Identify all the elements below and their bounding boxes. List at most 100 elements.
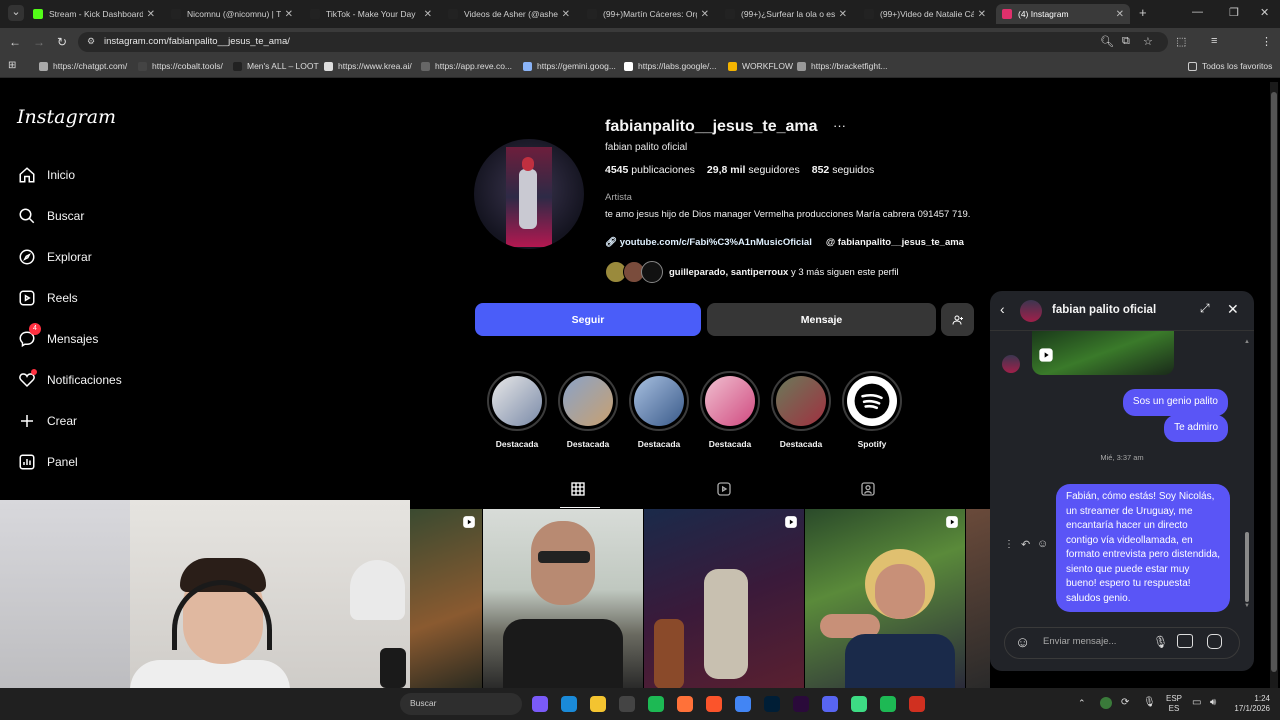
more-options-icon[interactable]: ··· bbox=[833, 118, 846, 133]
language-indicator[interactable]: ESP ES bbox=[1166, 694, 1182, 714]
maximize-icon[interactable]: ❐ bbox=[1229, 6, 1239, 19]
post-thumbnail[interactable] bbox=[410, 509, 482, 688]
chat-contact-name[interactable]: fabian palito oficial bbox=[1052, 304, 1156, 316]
obs-icon[interactable] bbox=[909, 696, 925, 712]
followed-by[interactable]: guilleparado, santiperroux y 3 más sigue… bbox=[605, 260, 899, 284]
browser-tab[interactable]: Stream - Kick Dashboard ✕ bbox=[27, 4, 161, 24]
instagram-logo[interactable]: Instagram bbox=[17, 106, 116, 128]
menu-kebab-icon[interactable]: ⋮ bbox=[1261, 35, 1272, 48]
tab-close-icon[interactable]: ✕ bbox=[562, 9, 570, 20]
tab-tagged[interactable] bbox=[860, 481, 880, 501]
bookmark-item[interactable]: Men's ALL – LOOT bbox=[233, 61, 319, 71]
forward-icon[interactable]: → bbox=[33, 35, 45, 49]
tab-search-menu-icon[interactable]: ≡ bbox=[1211, 35, 1217, 47]
install-icon[interactable]: ⧉ bbox=[1122, 35, 1130, 48]
browser-tab[interactable]: (4) Instagram ✕ bbox=[996, 4, 1130, 24]
post-thumbnail[interactable] bbox=[644, 509, 804, 688]
premiere-icon[interactable] bbox=[793, 696, 809, 712]
emoji-icon[interactable]: ☺ bbox=[1015, 634, 1030, 651]
chat-close-icon[interactable]: ✕ bbox=[1227, 301, 1239, 318]
back-icon[interactable]: ← bbox=[9, 35, 21, 49]
firefox-icon[interactable] bbox=[677, 696, 693, 712]
sidebar-item-panel[interactable]: Panel bbox=[17, 452, 78, 472]
page-scrollbar[interactable] bbox=[1270, 82, 1278, 688]
scrollbar-thumb[interactable] bbox=[1245, 532, 1249, 602]
edge-icon[interactable] bbox=[561, 696, 577, 712]
sidebar-item-notificaciones[interactable]: Notificaciones bbox=[17, 369, 122, 390]
chrome-dev-icon[interactable] bbox=[619, 696, 635, 712]
tab-close-icon[interactable]: ✕ bbox=[701, 9, 709, 20]
youtube-link[interactable]: 🔗︎ youtube.com/c/Fabi%C3%A1nMusicOficial bbox=[605, 237, 812, 248]
spotify-app-icon[interactable] bbox=[880, 696, 896, 712]
sidebar-item-reels[interactable]: Reels bbox=[17, 288, 78, 308]
highlight-item[interactable]: Destacada bbox=[699, 371, 761, 449]
network-icon[interactable]: ▭ bbox=[1192, 697, 1201, 708]
bookmark-item[interactable]: https://chatgpt.com/ bbox=[39, 61, 127, 71]
site-info-icon[interactable]: ⚙ bbox=[87, 36, 95, 47]
expand-icon[interactable]: ⤢ bbox=[1200, 301, 1210, 316]
bookmark-star-icon[interactable]: ☆ bbox=[1143, 35, 1153, 48]
sidebar-item-explorar[interactable]: Explorar bbox=[17, 247, 92, 267]
highlight-item[interactable]: Destacada bbox=[486, 371, 548, 449]
reload-icon[interactable]: ↻ bbox=[57, 35, 67, 49]
browser-tab[interactable]: Nicomnu (@nicomnu) | TikTok ✕ bbox=[165, 4, 299, 24]
message-bubble-long[interactable]: Fabián, cómo estás! Soy Nicolás, un stre… bbox=[1056, 484, 1230, 612]
follow-button[interactable]: Seguir bbox=[475, 303, 701, 336]
clock[interactable]: 1:24 17/1/2026 bbox=[1228, 694, 1270, 714]
post-thumbnail[interactable] bbox=[805, 509, 965, 688]
profile-avatar-image[interactable] bbox=[474, 139, 584, 249]
sidebar-item-mensajes[interactable]: 4 Mensajes bbox=[17, 323, 98, 349]
message-button[interactable]: Mensaje bbox=[707, 303, 936, 336]
page-scrollbar-thumb[interactable] bbox=[1271, 92, 1277, 672]
shared-reel-preview[interactable] bbox=[1032, 331, 1174, 375]
chrome-icon[interactable] bbox=[735, 696, 751, 712]
discord-icon[interactable] bbox=[822, 696, 838, 712]
browser-tab[interactable]: (99+)Video de Natalie Cá ✕ bbox=[858, 4, 992, 24]
bookmark-item[interactable]: https://cobalt.tools/ bbox=[138, 61, 223, 71]
url-field[interactable]: ⚙ instagram.com/fabianpalito__jesus_te_a… bbox=[78, 32, 1168, 52]
tab-close-icon[interactable]: ✕ bbox=[285, 9, 293, 20]
bookmark-item[interactable]: https://gemini.goog... bbox=[523, 61, 616, 71]
message-bubble[interactable]: Sos un genio palito bbox=[1122, 389, 1228, 416]
sticker-icon[interactable] bbox=[1207, 634, 1222, 649]
minimize-icon[interactable]: — bbox=[1192, 6, 1203, 18]
chat-back-icon[interactable]: ‹ bbox=[1000, 301, 1005, 317]
extensions-icon[interactable]: ⬚ bbox=[1176, 35, 1186, 48]
tray-mic-icon[interactable]: 🎙︎ bbox=[1143, 697, 1156, 708]
sidebar-item-crear[interactable]: Crear bbox=[17, 411, 77, 431]
tray-app-icon[interactable] bbox=[1100, 697, 1112, 709]
tab-close-icon[interactable]: ✕ bbox=[147, 9, 155, 20]
scroll-down-icon[interactable]: ▼ bbox=[1244, 603, 1250, 609]
spotify-taskbar-icon[interactable] bbox=[648, 696, 664, 712]
message-input[interactable] bbox=[1043, 636, 1143, 647]
zoom-icon[interactable]: 🔍︎ bbox=[1100, 35, 1114, 48]
image-icon[interactable] bbox=[1177, 634, 1193, 648]
bookmark-item[interactable]: WORKFLOW bbox=[728, 61, 793, 71]
tab-close-icon[interactable]: ✕ bbox=[424, 9, 432, 20]
browser-tab[interactable]: Videos de Asher (@asher ✕ bbox=[442, 4, 576, 24]
tab-reels[interactable] bbox=[716, 481, 736, 501]
reply-icon[interactable]: ↶ bbox=[1021, 538, 1030, 551]
followers-stat[interactable]: 29,8 mil seguidores bbox=[707, 164, 800, 176]
brave-icon[interactable] bbox=[706, 696, 722, 712]
photoshop-icon[interactable] bbox=[764, 696, 780, 712]
taskbar-search[interactable]: Buscar bbox=[400, 693, 522, 715]
suggested-users-button[interactable] bbox=[941, 303, 974, 336]
highlight-item[interactable]: Destacada bbox=[628, 371, 690, 449]
bookmark-item[interactable]: https://www.krea.ai/ bbox=[324, 61, 412, 71]
tab-posts[interactable] bbox=[570, 481, 590, 501]
following-stat[interactable]: 852 seguidos bbox=[812, 164, 874, 176]
threads-link[interactable]: @ fabianpalito__jesus_te_ama bbox=[826, 237, 964, 248]
tab-close-icon[interactable]: ✕ bbox=[978, 9, 986, 20]
post-thumbnail[interactable] bbox=[483, 509, 643, 688]
sidebar-item-buscar[interactable]: Buscar bbox=[17, 206, 84, 226]
microphone-icon[interactable]: 🎙︎ bbox=[1153, 635, 1168, 649]
apps-grid-icon[interactable]: ⊞ bbox=[8, 60, 16, 71]
all-favorites[interactable]: Todos los favoritos bbox=[1188, 61, 1272, 71]
bookmark-item[interactable]: https://app.reve.co... bbox=[421, 61, 512, 71]
scroll-up-icon[interactable]: ▲ bbox=[1244, 339, 1250, 345]
browser-tab[interactable]: TikTok - Make Your Day ✕ bbox=[304, 4, 438, 24]
message-bubble[interactable]: Te admiro bbox=[1164, 415, 1228, 442]
chat-scrollbar[interactable]: ▲ ▼ bbox=[1244, 339, 1250, 609]
volume-icon[interactable]: 🔊︎ bbox=[1210, 697, 1216, 708]
